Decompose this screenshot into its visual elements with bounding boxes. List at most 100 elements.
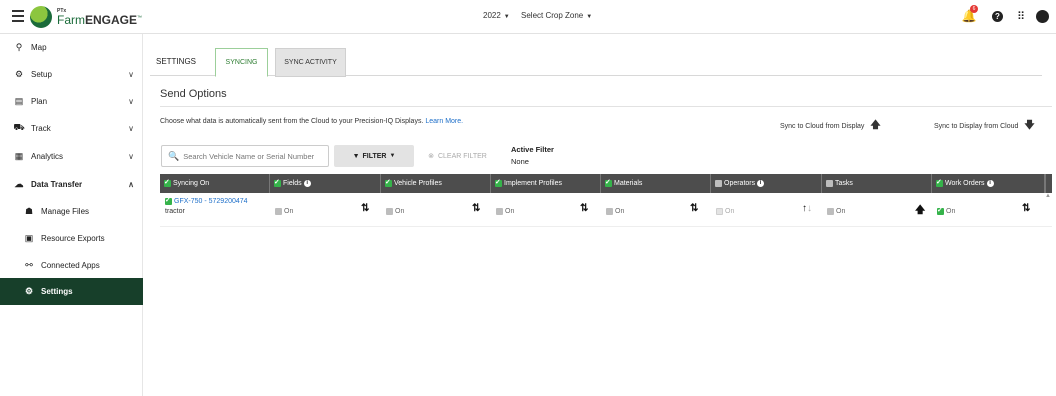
connect-icon: ⚯ [25,259,33,270]
column-label: Vehicle Profiles [394,180,442,187]
divider [160,106,1052,107]
checkbox-checked-icon[interactable] [936,178,943,187]
chevron-down-icon: ▼ [389,153,396,159]
help-icon[interactable]: ? [992,11,1003,22]
checkbox-checked-icon[interactable] [165,196,172,205]
active-filter-label: Active Filter [511,145,554,154]
column-label: Operators [724,180,756,187]
crop-zone-select[interactable]: Select Crop Zone ▼ [521,11,592,20]
sidebar-item-label: Track [31,123,51,133]
column-materials[interactable]: Materials [601,174,711,193]
cell-value: On [505,207,515,215]
sidebar-item-label: Setup [31,69,52,79]
sidebar-item-label: Resource Exports [41,233,105,243]
section-title: Send Options [160,88,227,100]
tab-sync-activity[interactable]: SYNC ACTIVITY [275,48,346,77]
column-work-orders[interactable]: Work Ordersi [932,174,1045,193]
work-orders-toggle[interactable]: On [937,205,955,217]
chevron-down-icon: ∨ [128,123,134,133]
cell-value: On [395,207,405,215]
sync-to-display-label: Sync to Display from Cloud [934,123,1019,130]
device-link[interactable]: GFX-750 - 5729200474 [174,198,248,205]
sidebar-item-label: Settings [41,287,73,296]
export-icon: ▣ [24,232,34,243]
page-title: SETTINGS [156,57,197,66]
sidebar-item-resource-exports[interactable]: ▣ Resource Exports [0,225,143,251]
sidebar-item-map[interactable]: ⚲ Map [0,34,143,60]
clear-filter-button[interactable]: ⊗ CLEAR FILTER [420,145,495,167]
sidebar-item-label: Connected Apps [41,260,100,270]
column-label: Work Orders [945,180,985,187]
notification-badge: 6 [970,5,978,13]
clear-filter-label: CLEAR FILTER [437,152,487,160]
column-fields[interactable]: Fieldsi [270,174,381,193]
sidebar-item-data-transfer[interactable]: ☁ Data Transfer ∧ [0,171,143,197]
sidebar-item-connected-apps[interactable]: ⚯ Connected Apps [0,252,143,278]
cell-value: On [284,207,294,215]
checkbox-unchecked-icon[interactable] [275,207,282,215]
year-select[interactable]: 2022 ▼ [483,11,510,20]
filter-button[interactable]: ▼ FILTER ▼ [334,145,414,167]
checkbox-unchecked-icon[interactable] [827,207,834,215]
brand-logo[interactable]: PTx FarmENGAGE™ [30,5,142,29]
year-value: 2022 [483,11,501,20]
chevron-down-icon: ∨ [128,151,134,161]
column-syncing-on[interactable]: Syncing On [160,174,270,193]
materials-toggle[interactable]: On [606,205,624,217]
search-input[interactable] [183,151,324,161]
settings-icon: ⚙ [24,286,34,296]
column-divider [1045,174,1046,193]
operators-toggle[interactable]: On [716,205,734,217]
column-tasks[interactable]: Tasks [822,174,932,193]
checkbox-unchecked-icon[interactable] [606,207,613,215]
apps-grid-icon[interactable]: ⠿ [1014,9,1028,23]
column-vehicle-profiles[interactable]: Vehicle Profiles [381,174,491,193]
checkbox-checked-icon[interactable] [274,178,281,187]
clear-icon: ⊗ [428,153,434,160]
device-name[interactable]: GFX-750 - 5729200474 [165,196,248,205]
info-icon[interactable]: i [757,180,765,187]
tab-syncing[interactable]: SYNCING [215,48,268,77]
column-label: Materials [614,180,643,187]
checkbox-checked-icon[interactable] [495,178,502,187]
sidebar-item-plan[interactable]: ▤ Plan ∨ [0,88,143,114]
sidebar-item-manage-files[interactable]: ☗ Manage Files [0,198,143,224]
scroll-up-icon[interactable]: ▲ [1045,193,1051,199]
sidebar-item-setup[interactable]: ⚙ Setup ∨ [0,61,143,87]
sync-to-display-legend: Sync to Display from Cloud 🡇 [934,118,1035,135]
sidebar-item-label: Manage Files [41,206,90,216]
account-icon[interactable] [1036,10,1049,23]
checkbox-checked-icon[interactable] [937,206,944,215]
search-box[interactable]: 🔍 [161,145,329,167]
brand-name: FarmENGAGE™ [57,14,142,26]
checkbox-checked-icon[interactable] [605,178,612,187]
sidebar-item-settings[interactable]: ⚙ Settings [0,278,143,305]
sidebar-item-label: Data Transfer [31,179,83,189]
checkbox-disabled-icon[interactable] [716,207,723,215]
menu-icon[interactable] [12,10,24,22]
tasks-toggle[interactable]: On [827,205,845,217]
sidebar-item-track[interactable]: ⛟ Track ∨ [0,115,143,141]
column-operators[interactable]: Operators i [711,174,822,193]
column-implement-profiles[interactable]: Implement Profiles [491,174,601,193]
chevron-down-icon: ▼ [586,14,593,20]
learn-more-link[interactable]: Learn More. [425,118,463,125]
sidebar-item-analytics[interactable]: ▦ Analytics ∨ [0,143,143,169]
checkbox-unchecked-icon[interactable] [496,207,503,215]
analytics-icon: ▦ [14,150,24,161]
sidebar-item-label: Map [31,42,47,52]
checkbox-unchecked-icon[interactable] [826,180,833,187]
sync-to-cloud-label: Sync to Cloud from Display [780,123,865,130]
arrow-up-icon: 🡅 [915,205,926,216]
column-label: Fields [283,180,302,187]
info-icon[interactable]: i [986,180,994,187]
fields-toggle[interactable]: On [275,205,293,217]
info-icon[interactable]: i [303,180,311,187]
checkbox-unchecked-icon[interactable] [386,207,393,215]
checkbox-checked-icon[interactable] [385,178,392,187]
implement-profiles-toggle[interactable]: On [496,205,514,217]
checkbox-checked-icon[interactable] [164,178,171,187]
checkbox-unchecked-icon[interactable] [715,180,722,187]
vehicle-profiles-toggle[interactable]: On [386,205,404,217]
chevron-down-icon: ∨ [128,96,134,106]
